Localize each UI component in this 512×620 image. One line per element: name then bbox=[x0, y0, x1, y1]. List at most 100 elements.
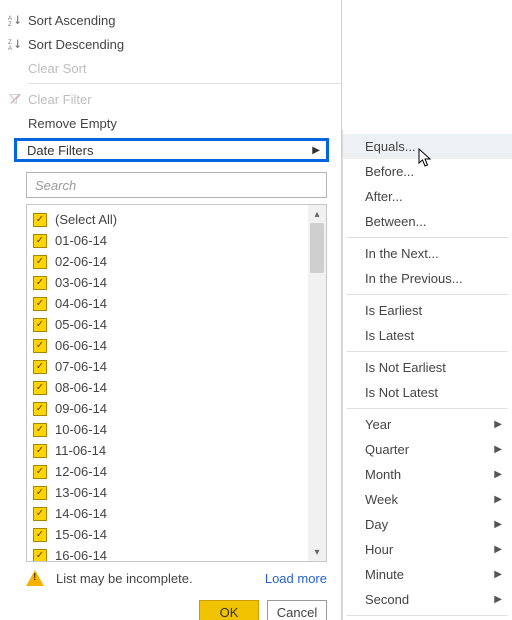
values-list: ✓(Select All)✓01-06-14✓02-06-14✓03-06-14… bbox=[26, 204, 327, 562]
value-row[interactable]: ✓ 06-06-14 bbox=[33, 335, 306, 356]
checkbox[interactable]: ✓ bbox=[33, 528, 47, 542]
value-row[interactable]: ✓04-06-14 bbox=[33, 293, 306, 314]
date-filters-item[interactable]: Date Filters ▶ bbox=[14, 138, 329, 162]
incomplete-label: List may be incomplete. bbox=[56, 571, 193, 586]
value-row[interactable]: ✓ 02-06-14 bbox=[33, 251, 306, 272]
filter-day[interactable]: Day▶ bbox=[343, 512, 512, 537]
value-label: 12-06-14 bbox=[55, 464, 107, 479]
date-filters-submenu: Equals... Before... After... Between... … bbox=[342, 130, 512, 620]
value-row[interactable]: ✓ 14-06-14 bbox=[33, 503, 306, 524]
menu-label: Sort Descending bbox=[28, 37, 124, 52]
clear-filter-icon bbox=[6, 90, 24, 108]
value-row[interactable]: ✓01-06-14 bbox=[33, 230, 306, 251]
filter-before[interactable]: Before... bbox=[343, 159, 512, 184]
submenu-arrow-icon: ▶ bbox=[494, 569, 502, 580]
checkbox[interactable]: ✓ bbox=[33, 549, 47, 563]
checkbox[interactable]: ✓ bbox=[33, 444, 47, 458]
checkbox[interactable]: ✓ bbox=[33, 339, 47, 353]
checkbox[interactable]: ✓ bbox=[33, 465, 47, 479]
value-row[interactable]: ✓ 09-06-14 bbox=[33, 398, 306, 419]
sort-descending-item[interactable]: ZA Sort Descending bbox=[0, 32, 341, 56]
separator bbox=[347, 237, 508, 238]
menu-label: Clear Sort bbox=[28, 61, 87, 76]
filter-is-not-latest[interactable]: Is Not Latest bbox=[343, 380, 512, 405]
checkbox[interactable]: ✓ bbox=[33, 276, 47, 290]
filter-in-previous[interactable]: In the Previous... bbox=[343, 266, 512, 291]
submenu-arrow-icon: ▶ bbox=[494, 419, 502, 430]
filter-minute[interactable]: Minute▶ bbox=[343, 562, 512, 587]
filter-year[interactable]: Year▶ bbox=[343, 412, 512, 437]
value-row[interactable]: ✓ 05-06-14 bbox=[33, 314, 306, 335]
filter-is-earliest[interactable]: Is Earliest bbox=[343, 298, 512, 323]
separator bbox=[347, 615, 508, 616]
value-label: 07-06-14 bbox=[55, 359, 107, 374]
filter-quarter[interactable]: Quarter▶ bbox=[343, 437, 512, 462]
checkbox[interactable]: ✓ bbox=[33, 213, 47, 227]
filter-equals[interactable]: Equals... bbox=[343, 134, 512, 159]
submenu-arrow-icon: ▶ bbox=[312, 145, 320, 156]
checkbox[interactable]: ✓ bbox=[33, 255, 47, 269]
checkbox[interactable]: ✓ bbox=[33, 486, 47, 500]
search-input[interactable]: Search bbox=[26, 172, 327, 198]
filter-after[interactable]: After... bbox=[343, 184, 512, 209]
filter-week[interactable]: Week▶ bbox=[343, 487, 512, 512]
checkbox[interactable]: ✓ bbox=[33, 507, 47, 521]
filter-in-next[interactable]: In the Next... bbox=[343, 241, 512, 266]
checkbox[interactable]: ✓ bbox=[33, 234, 47, 248]
blank-icon bbox=[6, 59, 24, 77]
submenu-arrow-icon: ▶ bbox=[494, 519, 502, 530]
menu-label: Date Filters bbox=[27, 143, 93, 158]
separator bbox=[347, 294, 508, 295]
ok-button[interactable]: OK bbox=[199, 600, 259, 620]
filter-context-menu: AZ Sort Ascending ZA Sort Descending Cle… bbox=[0, 0, 342, 620]
blank-icon bbox=[6, 114, 24, 132]
value-row[interactable]: ✓10-06-14 bbox=[33, 419, 306, 440]
menu-label: Clear Filter bbox=[28, 92, 92, 107]
checkbox[interactable]: ✓ bbox=[33, 297, 47, 311]
value-label: 09-06-14 bbox=[55, 401, 107, 416]
value-label: 14-06-14 bbox=[55, 506, 107, 521]
clear-filter-item: Clear Filter bbox=[0, 87, 341, 111]
value-row[interactable]: ✓ 03-06-14 bbox=[33, 272, 306, 293]
value-label: 16-06-14 bbox=[55, 548, 107, 562]
warning-icon bbox=[26, 570, 44, 586]
value-row[interactable]: ✓11-06-14 bbox=[33, 440, 306, 461]
filter-second[interactable]: Second▶ bbox=[343, 587, 512, 612]
checkbox[interactable]: ✓ bbox=[33, 423, 47, 437]
remove-empty-item[interactable]: Remove Empty bbox=[0, 111, 341, 135]
submenu-arrow-icon: ▶ bbox=[494, 544, 502, 555]
scrollbar[interactable]: ▴ ▾ bbox=[308, 205, 326, 561]
sort-ascending-item[interactable]: AZ Sort Ascending bbox=[0, 8, 341, 32]
search-placeholder: Search bbox=[35, 178, 76, 193]
value-label: 05-06-14 bbox=[55, 317, 107, 332]
value-row[interactable]: ✓ 07-06-14 bbox=[33, 356, 306, 377]
checkbox[interactable]: ✓ bbox=[33, 318, 47, 332]
value-row[interactable]: ✓13-06-14 bbox=[33, 482, 306, 503]
scroll-up-icon[interactable]: ▴ bbox=[308, 205, 326, 223]
checkbox[interactable]: ✓ bbox=[33, 402, 47, 416]
value-row[interactable]: ✓ 12-06-14 bbox=[33, 461, 306, 482]
filter-month[interactable]: Month▶ bbox=[343, 462, 512, 487]
filter-hour[interactable]: Hour▶ bbox=[343, 537, 512, 562]
svg-text:A: A bbox=[8, 45, 13, 51]
value-label: (Select All) bbox=[55, 212, 117, 227]
filter-is-not-earliest[interactable]: Is Not Earliest bbox=[343, 355, 512, 380]
submenu-arrow-icon: ▶ bbox=[494, 494, 502, 505]
filter-is-latest[interactable]: Is Latest bbox=[343, 323, 512, 348]
select-all-row[interactable]: ✓ (Select All) bbox=[33, 209, 306, 230]
scroll-thumb[interactable] bbox=[310, 223, 324, 273]
filter-between[interactable]: Between... bbox=[343, 209, 512, 234]
value-label: 03-06-14 bbox=[55, 275, 107, 290]
value-row[interactable]: ✓ 16-06-14 bbox=[33, 545, 306, 562]
separator bbox=[28, 83, 341, 84]
value-label: 06-06-14 bbox=[55, 338, 107, 353]
checkbox[interactable]: ✓ bbox=[33, 360, 47, 374]
load-more-link[interactable]: Load more bbox=[265, 571, 327, 586]
cancel-button[interactable]: Cancel bbox=[267, 600, 327, 620]
scroll-down-icon[interactable]: ▾ bbox=[308, 543, 326, 561]
value-label: 02-06-14 bbox=[55, 254, 107, 269]
value-row[interactable]: ✓15-06-14 bbox=[33, 524, 306, 545]
checkbox[interactable]: ✓ bbox=[33, 381, 47, 395]
separator bbox=[347, 408, 508, 409]
value-row[interactable]: ✓08-06-14 bbox=[33, 377, 306, 398]
